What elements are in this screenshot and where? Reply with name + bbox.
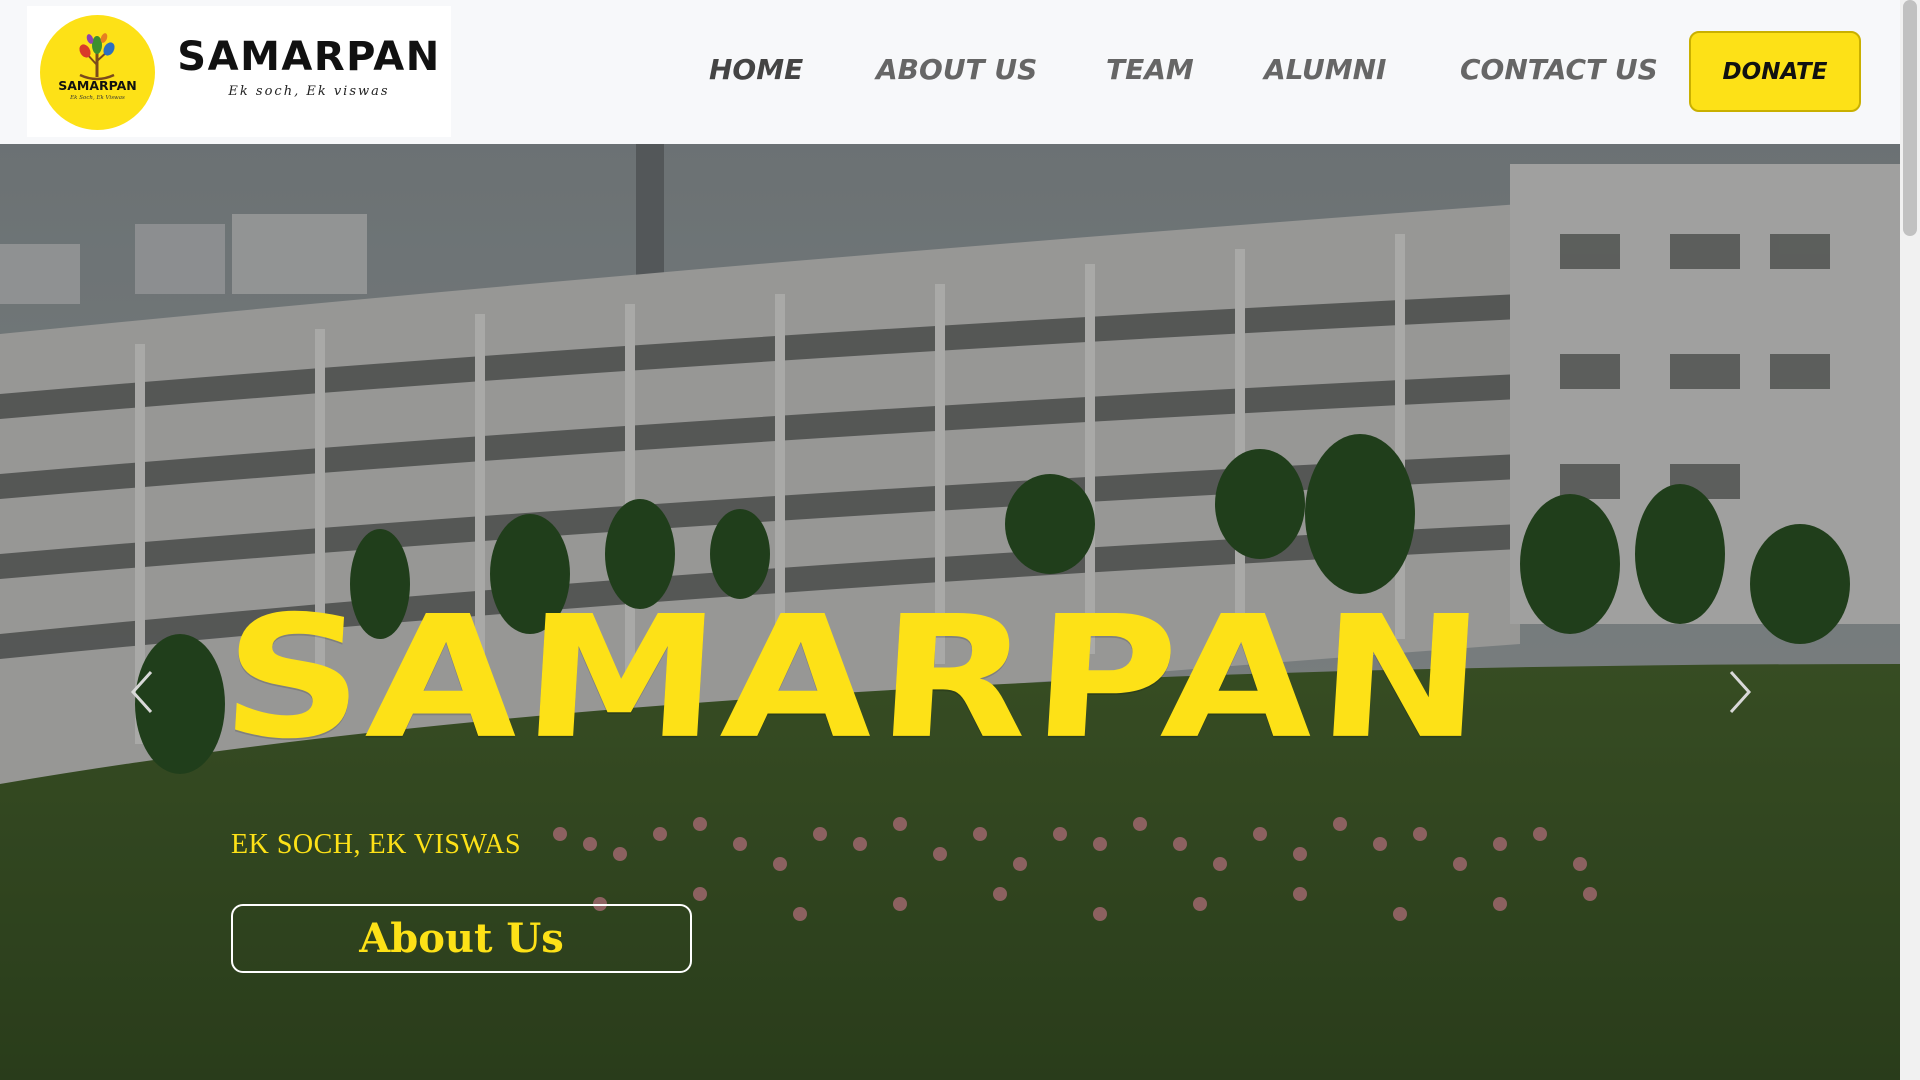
hero-subtitle: EK SOCH, EK VISWAS [231, 829, 522, 860]
nav-alumni[interactable]: ALUMNI [1264, 53, 1386, 86]
hero-carousel: SAMARPAN EK SOCH, EK VISWAS About Us [0, 144, 1900, 1080]
scrollbar-thumb[interactable] [1903, 0, 1917, 236]
nav-team[interactable]: TEAM [1106, 53, 1194, 86]
nav-home[interactable]: HOME [709, 53, 803, 86]
hero-title: SAMARPAN [216, 580, 1493, 777]
carousel-next-button[interactable] [1719, 662, 1759, 722]
carousel-prev-button[interactable] [123, 662, 163, 722]
nav-about-us[interactable]: ABOUT US [876, 53, 1037, 86]
nav-contact-us[interactable]: CONTACT US [1460, 53, 1658, 86]
page-scrollbar[interactable] [1900, 0, 1920, 1080]
donate-button[interactable]: DONATE [1689, 31, 1861, 112]
chevron-right-icon [1729, 670, 1752, 714]
main-nav: HOME ABOUT US TEAM ALUMNI CONTACT US [0, 0, 1900, 144]
site-header: SAMARPAN Ek Soch, Ek Viswas SAMARPAN Ek … [0, 0, 1900, 144]
about-us-button[interactable]: About Us [231, 904, 692, 973]
chevron-left-icon [130, 670, 153, 714]
